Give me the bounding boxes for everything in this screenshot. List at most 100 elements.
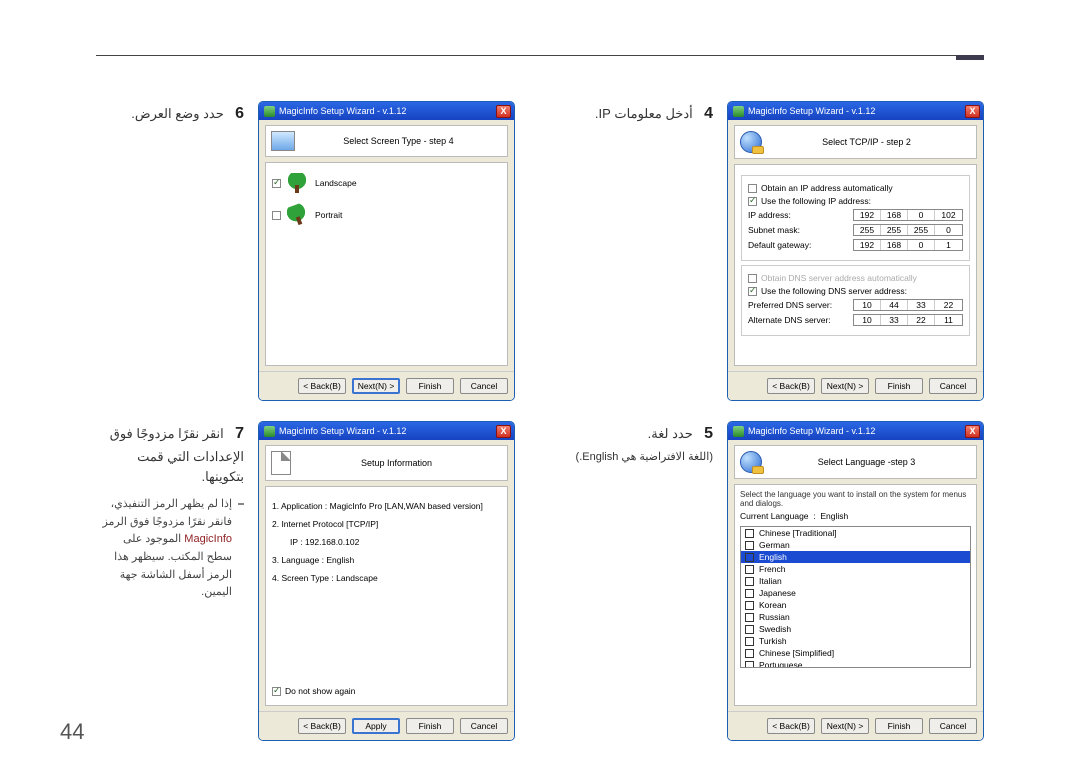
- back-button[interactable]: < Back(B): [767, 378, 815, 394]
- language-item[interactable]: Portuguese: [741, 659, 970, 668]
- language-item[interactable]: Korean: [741, 599, 970, 611]
- cur-lang-value: English: [820, 511, 848, 521]
- next-button[interactable]: Next(N) >: [821, 378, 869, 394]
- gateway-label: Default gateway:: [748, 240, 853, 250]
- language-item[interactable]: Japanese: [741, 587, 970, 599]
- top-rule: [96, 55, 984, 56]
- app-icon: [264, 106, 275, 117]
- cur-lang-label: Current Language: [740, 511, 809, 521]
- info-ip: IP : 192.168.0.102: [290, 537, 501, 547]
- step7-tip: إذا لم يظهر الرمز التنفيذي، فانقر نقرًا …: [96, 496, 232, 602]
- gateway-input[interactable]: 19216801: [853, 239, 963, 251]
- setup-info-header: Setup Information: [291, 458, 502, 468]
- pdns-label: Preferred DNS server:: [748, 300, 853, 310]
- landscape-label: Landscape: [315, 178, 357, 188]
- landscape-checkbox[interactable]: [272, 179, 281, 188]
- dont-show-label: Do not show again: [285, 686, 355, 696]
- ip-label: IP address:: [748, 210, 853, 220]
- portrait-label: Portrait: [315, 210, 342, 220]
- wizard-title: MagicInfo Setup Wizard - v.1.12: [279, 426, 496, 436]
- step5-title: حدد لغة.: [648, 426, 693, 441]
- language-item[interactable]: Swedish: [741, 623, 970, 635]
- tree-icon: [287, 173, 307, 193]
- subnet-label: Subnet mask:: [748, 225, 853, 235]
- auto-dns-checkbox: [748, 274, 757, 283]
- step5-subtitle: (اللغة الافتراضية هي English.): [565, 449, 713, 467]
- next-button[interactable]: Next(N) >: [352, 378, 400, 394]
- app-icon: [733, 106, 744, 117]
- step7-num: 7: [235, 425, 244, 442]
- close-button[interactable]: X: [965, 425, 980, 438]
- language-item[interactable]: French: [741, 563, 970, 575]
- step6-num: 6: [235, 105, 244, 122]
- screen-type-header: Select Screen Type - step 4: [295, 136, 502, 146]
- language-item[interactable]: Turkish: [741, 635, 970, 647]
- info-screen: 4. Screen Type : Landscape: [272, 573, 501, 583]
- ip-input[interactable]: 1921680102: [853, 209, 963, 221]
- step4-title: أدخل معلومات IP.: [595, 106, 693, 121]
- cancel-button[interactable]: Cancel: [460, 718, 508, 734]
- portrait-checkbox[interactable]: [272, 211, 281, 220]
- wizard-title: MagicInfo Setup Wizard - v.1.12: [279, 106, 496, 116]
- info-lang: 3. Language : English: [272, 555, 501, 565]
- cancel-button[interactable]: Cancel: [929, 378, 977, 394]
- document-icon: [271, 451, 291, 475]
- globe-icon: [740, 131, 762, 153]
- dont-show-checkbox[interactable]: [272, 687, 281, 696]
- finish-button[interactable]: Finish: [875, 378, 923, 394]
- tcpip-header: Select TCP/IP - step 2: [762, 137, 971, 147]
- wizard-step5: MagicInfo Setup Wizard - v.1.12 X Select…: [727, 421, 984, 741]
- step4-num: 4: [704, 105, 713, 122]
- language-item[interactable]: Chinese [Simplified]: [741, 647, 970, 659]
- finish-button[interactable]: Finish: [406, 718, 454, 734]
- cancel-button[interactable]: Cancel: [929, 718, 977, 734]
- close-button[interactable]: X: [496, 425, 511, 438]
- next-button[interactable]: Next(N) >: [821, 718, 869, 734]
- language-item[interactable]: Russian: [741, 611, 970, 623]
- cell-step4: 4 أدخل معلومات IP. MagicInfo Setup Wizar…: [565, 101, 984, 401]
- step7-title: انقر نقرًا مزدوجًا فوق الإعدادات التي قم…: [110, 426, 244, 484]
- wizard-step4: MagicInfo Setup Wizard - v.1.12 X Select…: [727, 101, 984, 401]
- app-icon: [733, 426, 744, 437]
- wizard-title: MagicInfo Setup Wizard - v.1.12: [748, 426, 965, 436]
- language-instr: Select the language you want to install …: [740, 490, 971, 508]
- adns-input[interactable]: 10332211: [853, 314, 963, 326]
- wizard-step7: MagicInfo Setup Wizard - v.1.12 X Setup …: [258, 421, 515, 741]
- use-ip-checkbox[interactable]: [748, 197, 757, 206]
- back-button[interactable]: < Back(B): [298, 378, 346, 394]
- step6-title: حدد وضع العرض.: [131, 106, 223, 121]
- language-item[interactable]: Italian: [741, 575, 970, 587]
- cell-step6: 6 حدد وضع العرض. MagicInfo Setup Wizard …: [96, 101, 515, 401]
- monitor-icon: [271, 131, 295, 151]
- cell-step7: 7 انقر نقرًا مزدوجًا فوق الإعدادات التي …: [96, 421, 515, 741]
- info-proto: 2. Internet Protocol [TCP/IP]: [272, 519, 501, 529]
- language-list[interactable]: Chinese [Traditional]GermanEnglishFrench…: [740, 526, 971, 668]
- step5-num: 5: [704, 425, 713, 442]
- cancel-button[interactable]: Cancel: [460, 378, 508, 394]
- language-header: Select Language -step 3: [762, 457, 971, 467]
- close-button[interactable]: X: [496, 105, 511, 118]
- wizard-step6: MagicInfo Setup Wizard - v.1.12 X Select…: [258, 101, 515, 401]
- cell-step5: 5 حدد لغة. (اللغة الافتراضية هي English.…: [565, 421, 984, 741]
- auto-ip-checkbox[interactable]: [748, 184, 757, 193]
- apply-button[interactable]: Apply: [352, 718, 400, 734]
- use-dns-label: Use the following DNS server address:: [761, 286, 907, 296]
- language-item[interactable]: English: [741, 551, 970, 563]
- tip-bullet: [238, 503, 244, 505]
- auto-dns-label: Obtain DNS server address automatically: [761, 273, 917, 283]
- page-number: 44: [60, 719, 84, 745]
- pdns-input[interactable]: 10443322: [853, 299, 963, 311]
- use-dns-checkbox[interactable]: [748, 287, 757, 296]
- finish-button[interactable]: Finish: [875, 718, 923, 734]
- back-button[interactable]: < Back(B): [298, 718, 346, 734]
- language-item[interactable]: German: [741, 539, 970, 551]
- subnet-input[interactable]: 2552552550: [853, 224, 963, 236]
- back-button[interactable]: < Back(B): [767, 718, 815, 734]
- language-item[interactable]: Chinese [Traditional]: [741, 527, 970, 539]
- wizard-title: MagicInfo Setup Wizard - v.1.12: [748, 106, 965, 116]
- info-app: 1. Application : MagicInfo Pro [LAN,WAN …: [272, 501, 501, 511]
- tree-icon: [284, 202, 310, 228]
- finish-button[interactable]: Finish: [406, 378, 454, 394]
- globe-icon: [740, 451, 762, 473]
- close-button[interactable]: X: [965, 105, 980, 118]
